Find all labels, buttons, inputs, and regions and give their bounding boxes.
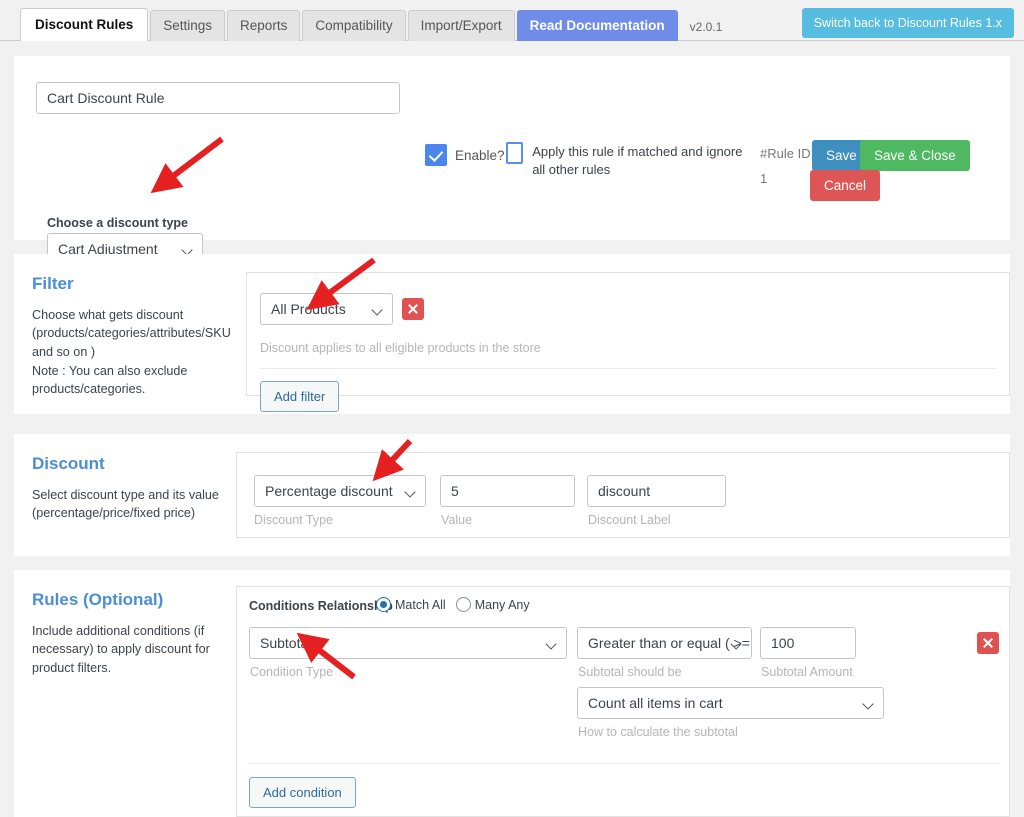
discount-label-input[interactable] xyxy=(587,475,726,507)
rules-section-desc: Include additional conditions (if necess… xyxy=(32,624,210,675)
discount-type-helper: Discount Type xyxy=(254,513,333,527)
radio-match-all[interactable] xyxy=(376,597,391,612)
discount-type-value-select[interactable]: Percentage discount xyxy=(254,475,426,507)
discount-panel: Discount Select discount type and its va… xyxy=(14,434,1010,556)
subtotal-calculation-select[interactable]: Count all items in cart xyxy=(577,687,884,719)
tab-reports[interactable]: Reports xyxy=(227,10,301,41)
subtotal-amount-input[interactable] xyxy=(760,627,856,659)
filter-section-desc-1: Choose what gets discount (products/cate… xyxy=(32,308,231,359)
radio-match-all-label: Match All xyxy=(395,597,446,612)
rules-panel: Rules (Optional) Include additional cond… xyxy=(14,570,1010,817)
tab-read-documentation[interactable]: Read Documentation xyxy=(516,10,678,41)
discount-body: Percentage discount Discount Type Value … xyxy=(236,452,1010,538)
filter-section-title: Filter xyxy=(32,274,74,293)
rule-id-value: 1 xyxy=(760,170,768,186)
conditions-relationship-label: Conditions Relationship xyxy=(249,599,393,613)
discount-rules-page: Discount Rules Settings Reports Compatib… xyxy=(0,0,1024,817)
tab-discount-rules[interactable]: Discount Rules xyxy=(20,8,149,41)
subtotal-operator-helper: Subtotal should be xyxy=(578,665,682,679)
tab-import-export[interactable]: Import/Export xyxy=(407,10,515,41)
rule-header-panel: Enable? Apply this rule if matched and i… xyxy=(14,56,1010,265)
filter-body: All Products Discount applies to all eli… xyxy=(246,272,1010,412)
remove-filter-icon[interactable] xyxy=(402,298,424,320)
filter-divider xyxy=(260,368,996,369)
rules-section-title: Rules (Optional) xyxy=(32,590,164,609)
rule-id-block: #Rule ID: 1 xyxy=(760,142,814,191)
ignore-other-rules-checkbox[interactable] xyxy=(506,142,524,164)
version-label: v2.0.1 xyxy=(689,20,723,34)
enable-label: Enable? xyxy=(455,147,505,163)
discount-label-helper: Discount Label xyxy=(588,513,671,527)
rules-divider xyxy=(249,763,999,764)
switch-back-button[interactable]: Switch back to Discount Rules 1.x xyxy=(801,8,1014,38)
rule-name-input[interactable] xyxy=(36,82,400,114)
discount-type-field-label: Choose a discount type xyxy=(47,216,188,230)
tab-list: Discount Rules Settings Reports Compatib… xyxy=(20,8,722,41)
discount-section-desc: Select discount type and its value (perc… xyxy=(32,488,219,521)
tab-compatibility[interactable]: Compatibility xyxy=(302,10,406,41)
tab-settings[interactable]: Settings xyxy=(150,10,226,41)
enable-checkbox[interactable] xyxy=(425,144,447,166)
subtotal-operator-select[interactable]: Greater than or equal ( >= ) xyxy=(577,627,752,659)
add-filter-button[interactable]: Add filter xyxy=(260,381,340,412)
rule-id-label: #Rule ID: xyxy=(760,146,815,161)
discount-value-input[interactable] xyxy=(440,475,575,507)
rules-body: Conditions Relationship Match All Many A… xyxy=(236,586,1010,817)
filter-panel: Filter Choose what gets discount (produc… xyxy=(14,254,1010,414)
enable-checkbox-group: Enable? xyxy=(425,144,505,166)
conditions-relationship-radio-group: Match All Many Any xyxy=(376,597,536,612)
radio-match-any[interactable] xyxy=(455,597,471,612)
filter-helper-text: Discount applies to all eligible product… xyxy=(260,341,541,355)
subtotal-calculation-helper: How to calculate the subtotal xyxy=(578,725,738,739)
cancel-button[interactable]: Cancel xyxy=(810,170,881,201)
condition-type-select[interactable]: Subtotal xyxy=(249,627,567,659)
save-and-close-button[interactable]: Save & Close xyxy=(860,140,970,171)
add-condition-button[interactable]: Add condition xyxy=(249,777,356,808)
filter-section-desc-2: Note : You can also exclude products/cat… xyxy=(32,364,188,397)
discount-section-title: Discount xyxy=(32,454,105,473)
filter-target-select[interactable]: All Products xyxy=(260,293,393,325)
radio-match-any-label: Many Any xyxy=(474,597,530,612)
condition-type-helper: Condition Type xyxy=(250,665,334,679)
ignore-other-rules-group: Apply this rule if matched and ignore al… xyxy=(506,142,746,178)
remove-condition-icon[interactable] xyxy=(977,632,999,654)
subtotal-amount-helper: Subtotal Amount xyxy=(761,665,853,679)
tab-bar: Discount Rules Settings Reports Compatib… xyxy=(0,0,1024,41)
ignore-other-rules-label: Apply this rule if matched and ignore al… xyxy=(532,144,743,177)
discount-value-helper: Value xyxy=(441,513,473,527)
